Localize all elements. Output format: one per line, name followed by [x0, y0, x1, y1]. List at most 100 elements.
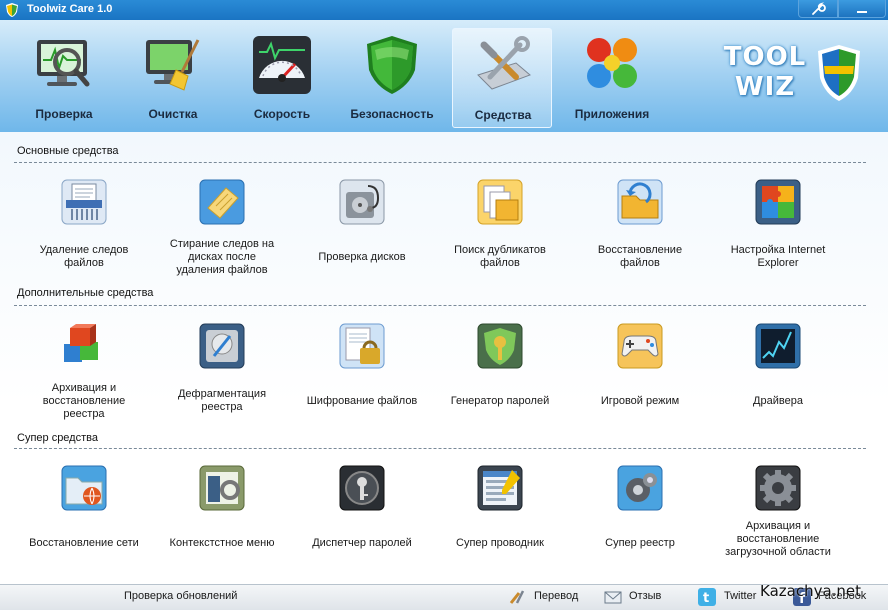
tool-file-traces-removal[interactable]: Удаление следов файлов — [25, 178, 143, 298]
tool-label: Дефрагментация реестра — [177, 388, 267, 413]
explorer-icon — [477, 465, 523, 511]
nav-tools[interactable]: Средства — [452, 28, 552, 128]
wrench-icon — [812, 1, 826, 15]
toolwiz-logo: TOOL WIZ — [716, 42, 866, 112]
title-bar: Toolwiz Care 1.0 — [0, 0, 888, 20]
tools-icon — [509, 590, 525, 604]
boot-gear-icon — [755, 465, 801, 511]
minimize-icon — [857, 10, 867, 13]
duplicate-files-icon — [477, 179, 523, 225]
apps-icon — [587, 38, 637, 88]
tool-label: Шифрование файлов — [306, 395, 418, 407]
twitter-link[interactable]: Twitter — [724, 590, 756, 602]
main-toolbar: Проверка Очистка Скорость Безопасность С… — [0, 20, 888, 132]
tool-registry-defrag[interactable]: Дефрагментация реестра — [163, 322, 281, 442]
logo-shield-icon — [818, 45, 860, 101]
file-lock-icon — [339, 323, 385, 369]
tool-label: Архивация и восстановление загрузочной о… — [725, 520, 831, 558]
tool-password-manager[interactable]: Диспетчер паролей — [303, 464, 421, 584]
tool-label: Диспетчер паролей — [312, 537, 412, 549]
tool-file-recovery[interactable]: Восстановление файлов — [581, 178, 699, 298]
speedometer-icon — [253, 36, 311, 94]
tool-drivers[interactable]: Драйвера — [719, 322, 837, 442]
network-folder-icon — [61, 465, 107, 511]
tool-label: Супер реестр — [605, 537, 675, 549]
watermark: Kazachya.net — [760, 582, 862, 600]
nav-apps[interactable]: Приложения — [562, 28, 662, 128]
nav-speed[interactable]: Скорость — [232, 28, 332, 128]
feedback-link[interactable]: Отзыв — [629, 590, 661, 602]
tool-boot-backup[interactable]: Архивация и восстановление загрузочной о… — [719, 464, 837, 584]
tool-label: Драйвера — [753, 395, 803, 407]
tools-icon — [477, 36, 531, 90]
shield-icon — [367, 36, 417, 94]
window-title: Toolwiz Care 1.0 — [27, 3, 113, 15]
driver-chart-icon — [755, 323, 801, 369]
tool-ie-settings[interactable]: Настройка Internet Explorer — [719, 178, 837, 298]
divider — [14, 305, 866, 306]
tool-super-registry[interactable]: Супер реестр — [581, 464, 699, 584]
divider — [14, 162, 866, 163]
check-updates-link[interactable]: Проверка обновлений — [124, 590, 237, 602]
puzzle-icon — [755, 179, 801, 225]
tool-game-mode[interactable]: Игровой режим — [581, 322, 699, 442]
tool-label: Проверка дисков — [318, 251, 406, 263]
nav-label: Безопасность — [350, 107, 434, 121]
tools-panel: Основные средства Удаление следов файлов… — [0, 132, 888, 584]
tool-label: Восстановление файлов — [597, 244, 683, 269]
tool-password-generator[interactable]: Генератор паролей — [441, 322, 559, 442]
tool-disk-check[interactable]: Проверка дисков — [303, 178, 421, 298]
app-shield-icon — [6, 3, 18, 17]
registry-cubes-icon — [64, 324, 98, 362]
tool-label: Контекстстное меню — [169, 537, 275, 549]
tool-context-menu[interactable]: Контекстстное меню — [163, 464, 281, 584]
tool-label: Удаление следов файлов — [39, 244, 129, 269]
tool-label: Архивация и восстановление реестра — [42, 382, 126, 420]
tool-label: Игровой режим — [600, 395, 680, 407]
tool-file-encryption[interactable]: Шифрование файлов — [303, 322, 421, 442]
nav-cleanup[interactable]: Очистка — [123, 28, 223, 128]
password-manager-icon — [339, 465, 385, 511]
section-title-additional: Дополнительные средства — [17, 287, 154, 299]
nav-security[interactable]: Безопасность — [342, 28, 442, 128]
section-title-basic: Основные средства — [17, 145, 119, 157]
tool-label: Настройка Internet Explorer — [730, 244, 826, 269]
tool-label: Восстановление сети — [29, 537, 139, 549]
close-button[interactable] — [838, 0, 886, 18]
monitor-broom-icon — [146, 39, 200, 91]
nav-label: Средства — [474, 108, 532, 122]
tool-label: Стирание следов на дисках после удаления… — [169, 238, 275, 276]
status-bar: Проверка обновлений Перевод Отзыв t Twit… — [0, 584, 888, 610]
nav-label: Очистка — [148, 107, 198, 121]
translate-link[interactable]: Перевод — [534, 590, 578, 602]
divider — [14, 448, 866, 449]
gamepad-icon — [617, 323, 663, 369]
svg-text:t: t — [703, 591, 709, 606]
context-menu-icon — [199, 465, 245, 511]
tool-label: Генератор паролей — [450, 395, 550, 407]
shredder-icon — [61, 179, 107, 225]
section-title-super: Супер средства — [17, 432, 98, 444]
settings-button[interactable] — [798, 0, 838, 18]
nav-check[interactable]: Проверка — [14, 28, 114, 128]
logo-text: TOOL WIZ — [723, 42, 807, 102]
tool-super-explorer[interactable]: Супер проводник — [441, 464, 559, 584]
tool-disk-wipe[interactable]: Стирание следов на дисках после удаления… — [163, 178, 281, 298]
twitter-icon: t — [698, 588, 716, 606]
key-shield-icon — [477, 323, 523, 369]
monitor-heartbeat-icon — [37, 40, 90, 87]
nav-label: Скорость — [253, 107, 311, 121]
tool-label: Супер проводник — [456, 537, 544, 549]
nav-label: Приложения — [574, 107, 650, 121]
disk-check-icon — [339, 179, 385, 225]
tool-registry-backup[interactable]: Архивация и восстановление реестра — [25, 322, 143, 442]
tool-duplicate-search[interactable]: Поиск дубликатов файлов — [441, 178, 559, 298]
file-recovery-icon — [617, 179, 663, 225]
nav-label: Проверка — [35, 107, 93, 121]
tool-label: Поиск дубликатов файлов — [454, 244, 546, 269]
eraser-icon — [199, 179, 245, 225]
mail-icon — [604, 591, 622, 604]
super-registry-icon — [617, 465, 663, 511]
defrag-icon — [199, 323, 245, 369]
tool-network-recovery[interactable]: Восстановление сети — [25, 464, 143, 584]
